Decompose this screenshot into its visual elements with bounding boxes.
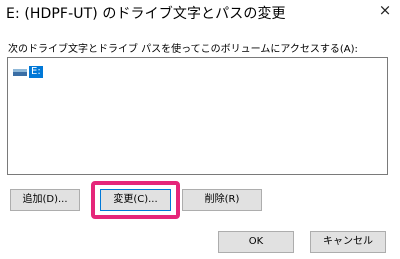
remove-button[interactable]: 削除(R) (182, 189, 262, 211)
ok-button[interactable]: OK (218, 231, 294, 253)
dialog-title: E: (HDPF-UT) のドライブ文字とパスの変更 (6, 6, 286, 22)
close-icon[interactable]: × (378, 2, 392, 18)
add-button[interactable]: 追加(D)... (10, 189, 80, 211)
list-item[interactable]: E: (13, 66, 43, 78)
change-drive-letter-dialog: E: (HDPF-UT) のドライブ文字とパスの変更 × 次のドライブ文字とドラ… (0, 0, 400, 259)
instruction-label: 次のドライブ文字とドライブ パスを使ってこのボリュームにアクセスする(A): (8, 44, 358, 55)
change-button[interactable]: 変更(C)... (100, 189, 171, 211)
drive-icon (13, 68, 27, 77)
drive-path-listbox[interactable]: E: (7, 57, 388, 175)
cancel-button[interactable]: キャンセル (310, 231, 386, 253)
list-item-label: E: (29, 66, 43, 78)
